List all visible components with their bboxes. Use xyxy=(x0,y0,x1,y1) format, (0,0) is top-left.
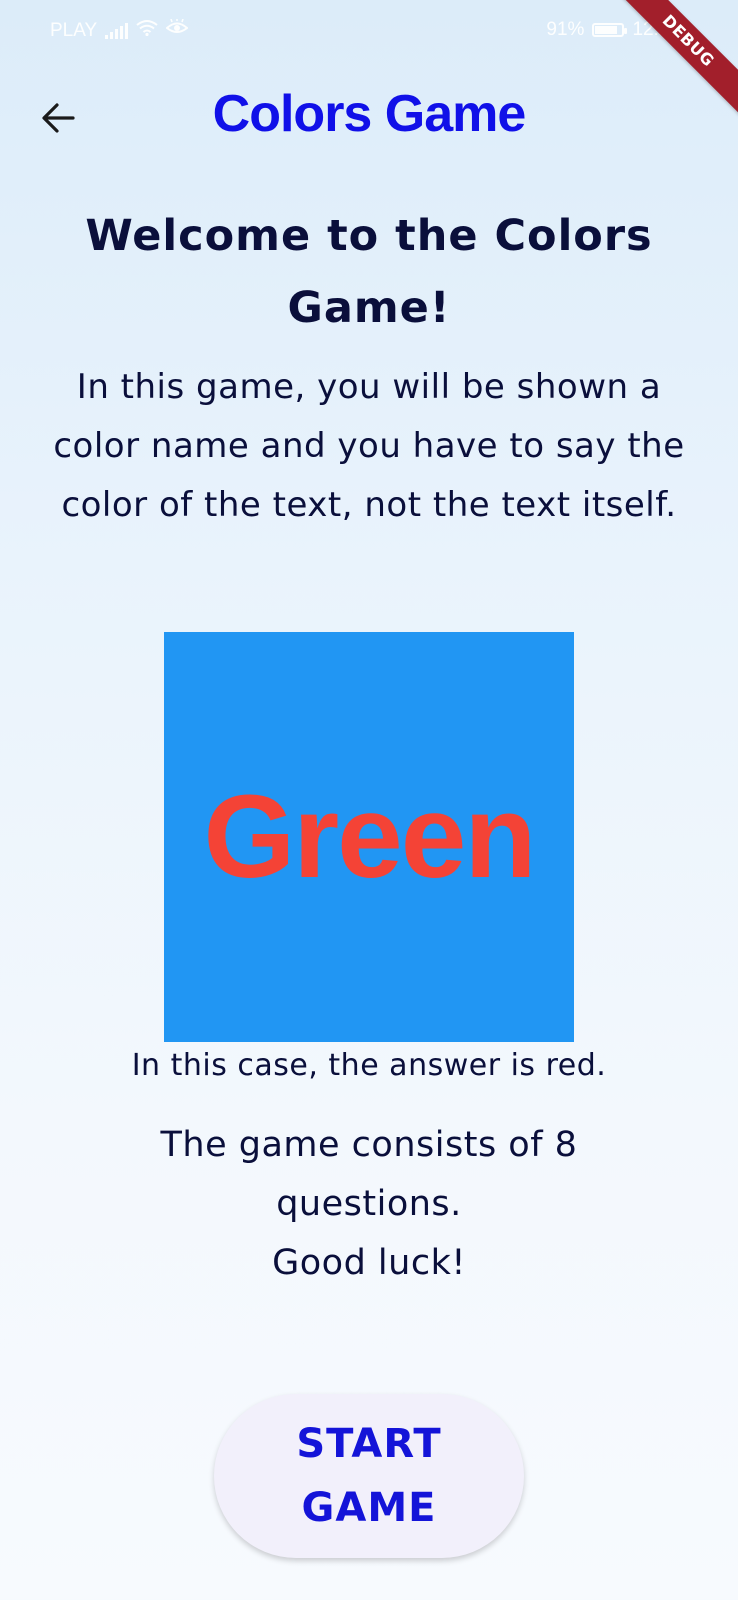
battery-fill xyxy=(595,26,618,34)
battery-icon xyxy=(592,23,628,37)
game-info: The game consists of 8 questions. Good l… xyxy=(69,1116,669,1293)
battery-percent: 91% xyxy=(546,19,585,40)
intro-text: In this game, you will be shown a color … xyxy=(53,367,685,525)
app-bar: Colors Game xyxy=(0,62,738,176)
example-color-word: Green xyxy=(203,771,536,903)
example-answer-text: In this case, the answer is red. xyxy=(131,1048,607,1083)
app-title: Colors Game xyxy=(212,85,527,143)
signal-icon xyxy=(105,22,129,39)
welcome-title: Welcome to the Colors Game! xyxy=(85,211,653,333)
wifi-icon xyxy=(136,19,158,42)
game-info-questions: The game consists of 8 questions. xyxy=(160,1125,578,1224)
start-game-button[interactable]: START GAME xyxy=(214,1394,524,1558)
game-info-good-luck: Good luck! xyxy=(272,1243,466,1283)
eye-comfort-icon xyxy=(165,18,189,42)
status-left: PLAY xyxy=(50,18,189,42)
example-color-box: Green xyxy=(164,632,574,1042)
start-game-label: START GAME xyxy=(296,1421,442,1531)
status-bar: PLAY 91% 12:2 xyxy=(0,0,738,62)
main-content: Welcome to the Colors Game! In this game… xyxy=(0,200,738,535)
carrier-label: PLAY xyxy=(50,19,98,41)
